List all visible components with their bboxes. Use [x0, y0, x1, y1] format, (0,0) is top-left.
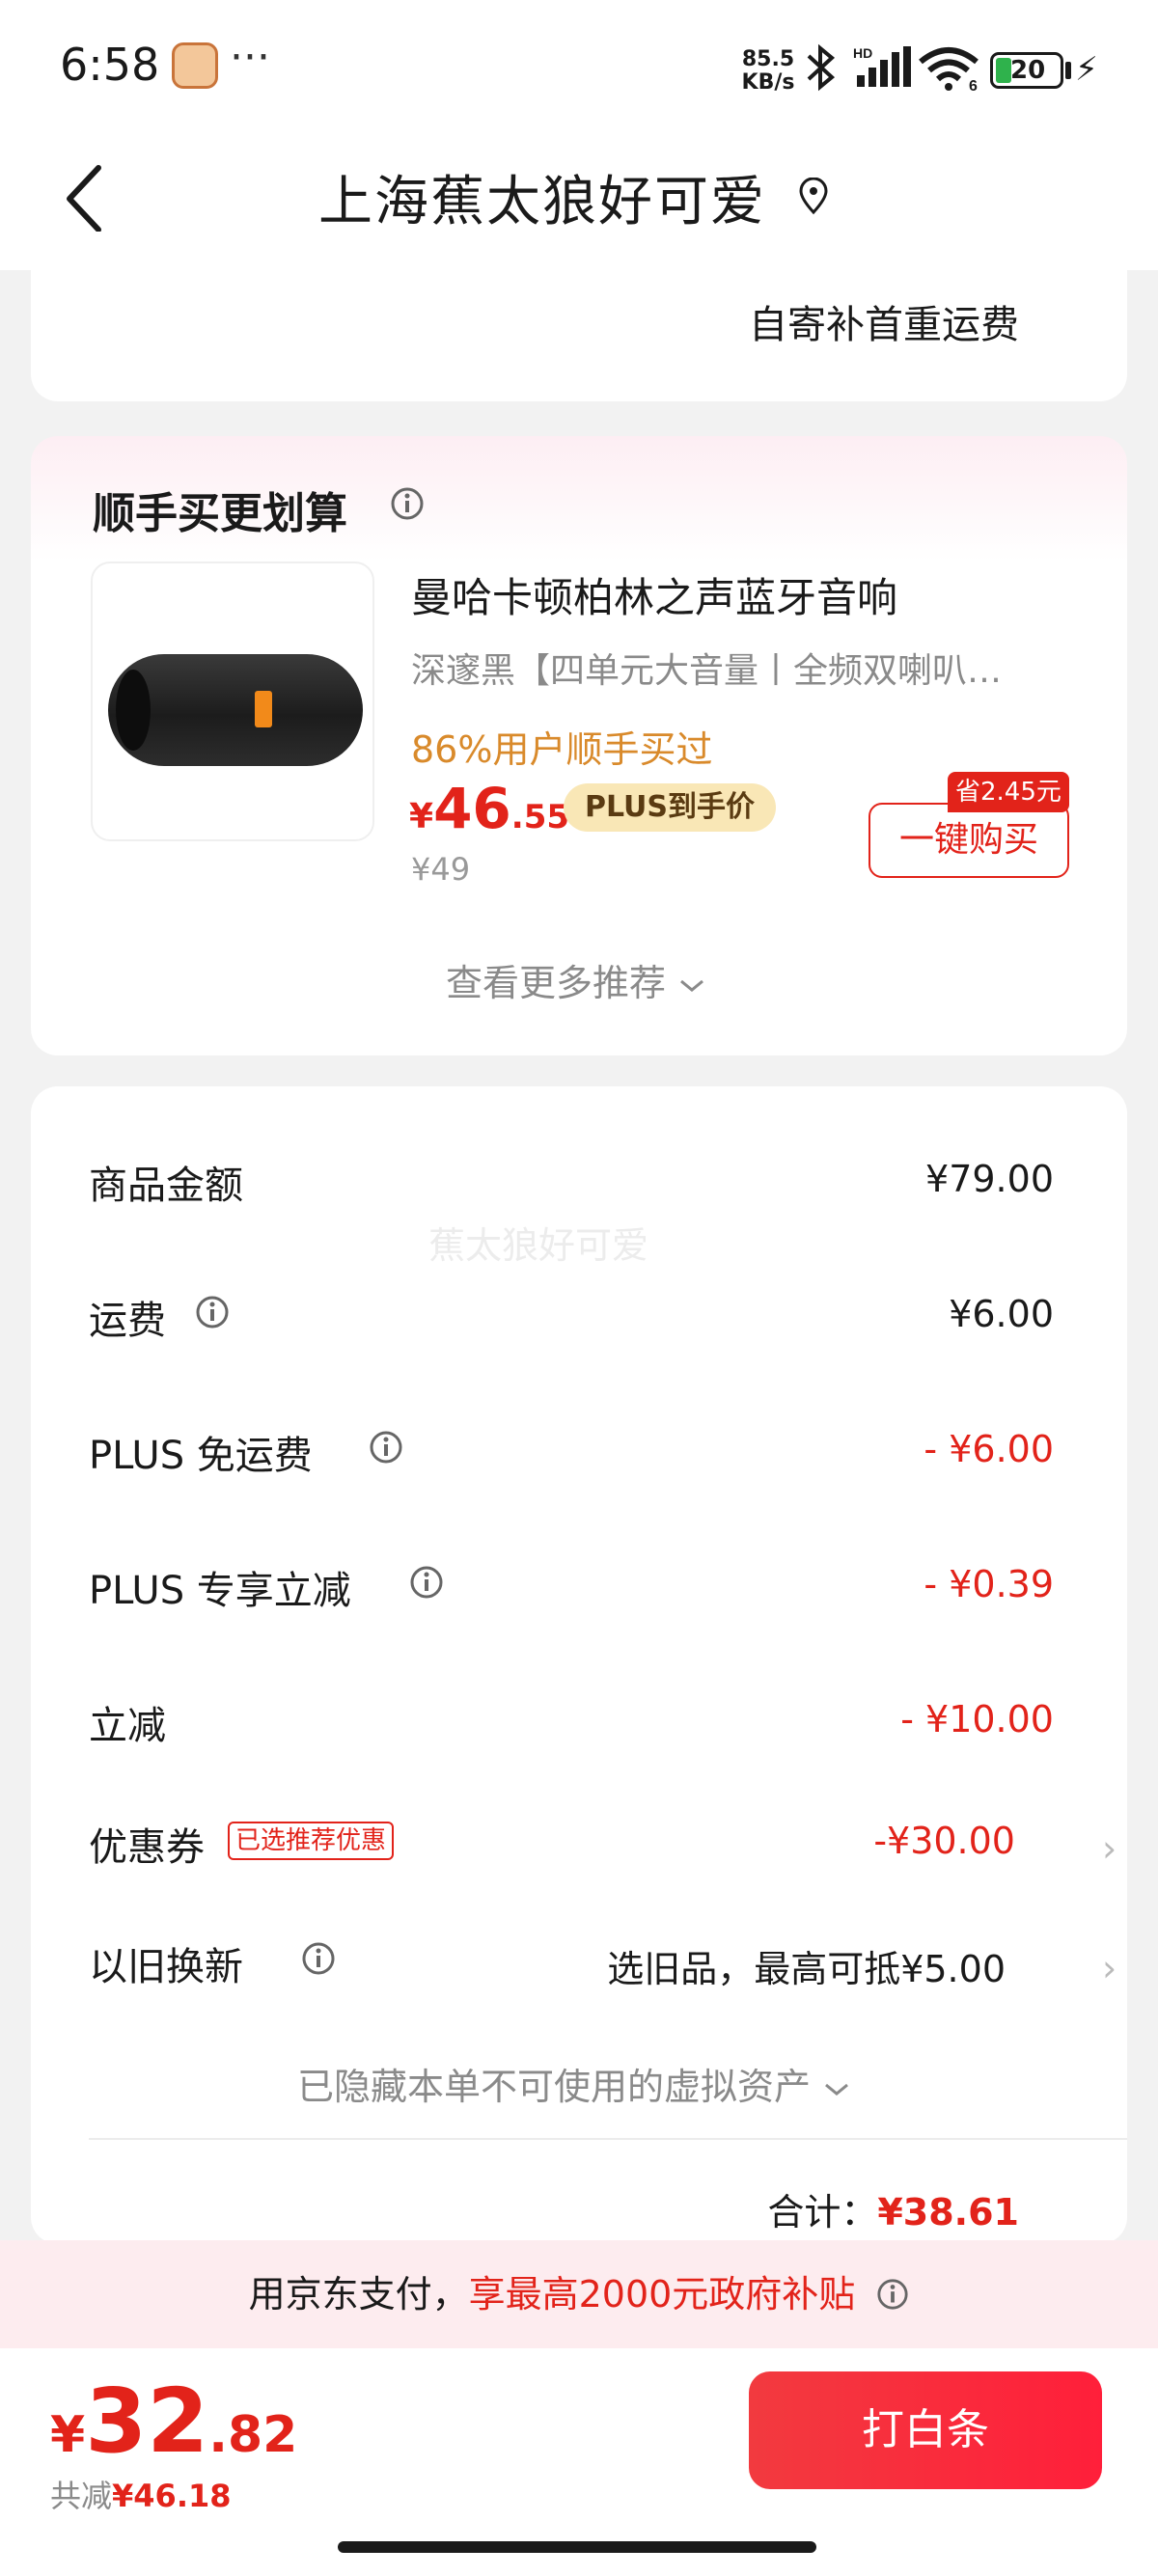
cell-signal-icon: HD [853, 45, 911, 87]
home-indicator[interactable] [338, 2541, 816, 2553]
info-icon[interactable] [195, 1295, 230, 1329]
coupon-tag: 已选推荐优惠 [228, 1822, 395, 1860]
notification-app-icon [172, 42, 218, 89]
battery-level: 20 [1010, 56, 1046, 85]
product-image[interactable] [91, 562, 374, 841]
product-name[interactable]: 曼哈卡顿柏林之声蓝牙音响 [411, 565, 897, 624]
battery-icon: 20 [990, 52, 1063, 89]
back-arrow-icon[interactable] [58, 160, 116, 237]
signal-label: HD [853, 45, 872, 61]
bill-row-plus-discount: PLUS 专享立减 - ¥0.39 [89, 1563, 1054, 1613]
bill-row-plus-free-shipping: PLUS 免运费 - ¥6.00 [89, 1428, 1054, 1478]
shipping-card: 自寄补首重运费 [31, 232, 1127, 401]
more-recommendations-label: 查看更多推荐 [446, 962, 667, 1004]
plus-price-badge: PLUS到手价 [564, 783, 777, 832]
bill-row-coupon[interactable]: 优惠券 已选推荐优惠 -¥30.00 › [89, 1816, 1117, 1883]
chevron-right-icon: › [1102, 1947, 1117, 1989]
subsidy-banner[interactable]: 用京东支付，享最高2000元政府补贴 [0, 2240, 1158, 2348]
address-title[interactable]: 上海蕉太狼好可爱 [318, 158, 766, 236]
divider [89, 2138, 1127, 2140]
chevron-down-icon [825, 2083, 849, 2096]
info-icon[interactable] [369, 1430, 403, 1465]
info-icon[interactable] [409, 1565, 444, 1600]
original-price: ¥49 [411, 851, 471, 888]
location-pin-icon[interactable] [797, 178, 830, 216]
save-tag: 省2.45元 [948, 772, 1069, 812]
network-speed-value: 85.5 [741, 47, 795, 71]
bill-row-goods-amount: 商品金额 ¥79.00 [89, 1158, 1054, 1208]
wifi-icon: 6 [919, 47, 979, 93]
hidden-assets-toggle[interactable]: 已隐藏本单不可使用的虚拟资产 [297, 2057, 851, 2110]
bill-row-trade-in[interactable]: 以旧换新 选旧品，最高可抵¥5.00 › [89, 1935, 1117, 2003]
wifi-label: 6 [969, 78, 978, 93]
product-desc: 深邃黑【四单元大音量丨全频双喇叭… [411, 651, 1003, 691]
info-icon[interactable] [301, 1941, 336, 1976]
subsidy-highlight: 享最高2000元政府补贴 [468, 2273, 856, 2316]
watermark: 蕉太狼好可爱 [428, 1224, 649, 1267]
more-recommendations-link[interactable]: 查看更多推荐 [446, 953, 706, 1006]
order-total-value: ¥38.61 [877, 2191, 1019, 2233]
recommend-card: 顺手买更划算 曼哈卡顿柏林之声蓝牙音响 深邃黑【四单元大音量丨全频双喇叭… 86… [31, 436, 1127, 1055]
product-price: ¥46.55 [409, 776, 570, 841]
info-icon[interactable] [390, 486, 425, 521]
hidden-assets-label: 已隐藏本单不可使用的虚拟资产 [297, 2066, 812, 2108]
speaker-image [108, 654, 363, 766]
chevron-down-icon [680, 979, 704, 992]
subsidy-prefix: 用京东支付， [248, 2273, 469, 2316]
recommend-title: 顺手买更划算 [93, 489, 347, 538]
network-speed-unit: KB/s [741, 70, 795, 95]
pay-baitiao-button[interactable]: 打白条 [749, 2371, 1102, 2489]
charging-icon: ⚡ [1075, 50, 1098, 89]
status-bar: 6:58 ··· 85.5 KB/s HD 6 20 ⚡ [0, 0, 1158, 135]
one-click-buy-button[interactable]: 一键购买 [868, 803, 1069, 878]
chevron-right-icon: › [1102, 1827, 1117, 1870]
network-speed: 85.5 KB/s [739, 48, 797, 95]
total-saved: 共减¥46.18 [50, 2478, 232, 2514]
order-total: 合计：¥38.61 [767, 2191, 1019, 2233]
more-notifications-icon: ··· [230, 33, 270, 82]
pay-amount: ¥32.82 [50, 2370, 298, 2473]
price-breakdown-card: 蕉太狼好可爱 商品金额 ¥79.00 运费 ¥6.00 PLUS 免运费 - ¥… [31, 1086, 1127, 2244]
bill-row-shipping: 运费 ¥6.00 [89, 1293, 1054, 1343]
shipping-note: 自寄补首重运费 [749, 303, 1019, 347]
bill-row-instant-discount: 立减 - ¥10.00 [89, 1698, 1054, 1748]
bluetooth-icon [807, 43, 836, 92]
social-proof: 86%用户顺手买过 [411, 728, 713, 771]
status-time: 6:58 [60, 39, 160, 91]
info-icon[interactable] [876, 2278, 909, 2311]
